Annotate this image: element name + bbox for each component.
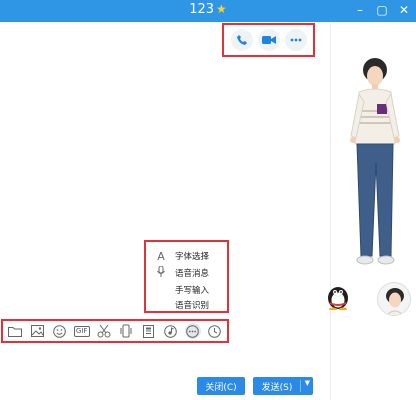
menu-item-voice-message[interactable]: 语音消息 (146, 265, 209, 281)
menu-item-label: 字体选择 (175, 252, 210, 262)
more-icon[interactable] (284, 29, 307, 51)
font-icon: A (157, 249, 165, 263)
menu-item-font[interactable]: A 字体选择 (146, 248, 209, 264)
emoji-icon[interactable] (51, 323, 67, 339)
send-button[interactable]: 发送(S) ▼ (253, 377, 313, 395)
close-button[interactable]: 关闭(C) (197, 377, 245, 395)
avatar[interactable] (377, 282, 411, 316)
minimize-icon[interactable]: – (354, 2, 366, 18)
microphone-icon (154, 265, 168, 280)
top-actions-group (222, 23, 315, 57)
send-button-divider (300, 380, 301, 392)
send-actions: 关闭(C) 发送(S) ▼ (197, 377, 313, 395)
phone-icon[interactable] (230, 29, 253, 51)
menu-item-label: 语音识别 (175, 301, 210, 311)
gif-label: GIF (73, 325, 90, 337)
gif-icon[interactable]: GIF (73, 323, 90, 339)
video-camera-icon[interactable] (257, 29, 280, 51)
side-panel (330, 22, 416, 400)
penguin-icon (328, 287, 348, 310)
music-icon[interactable] (163, 323, 179, 339)
shake-icon[interactable] (118, 323, 134, 339)
input-toolbar: GIF (1, 319, 229, 343)
star-icon: ★ (216, 2, 227, 16)
folder-icon[interactable] (7, 323, 23, 339)
chevron-down-icon[interactable]: ▼ (305, 379, 310, 387)
character-illustration (350, 58, 400, 265)
send-button-label: 发送(S) (261, 382, 293, 393)
menu-item-label: 手写输入 (175, 286, 210, 296)
clock-icon[interactable] (207, 323, 223, 339)
window-title: 123 (189, 2, 215, 17)
title-bar: 123 ★ – ▢ ✕ (0, 0, 416, 22)
more-options-menu: A 字体选择 语音消息 手写输入 语音识别 (144, 240, 229, 313)
window-controls: – ▢ ✕ (354, 2, 410, 18)
scissors-icon[interactable] (96, 323, 112, 339)
close-icon[interactable]: ✕ (398, 2, 410, 18)
more-icon[interactable] (184, 323, 201, 339)
chat-message-area[interactable] (0, 22, 330, 400)
document-icon[interactable] (140, 323, 156, 339)
maximize-icon[interactable]: ▢ (376, 2, 388, 18)
menu-item-label: 语音消息 (175, 269, 210, 279)
image-icon[interactable] (29, 323, 45, 339)
menu-item-voice-recognition[interactable]: 语音识别 (146, 297, 209, 313)
menu-item-handwriting[interactable]: 手写输入 (146, 282, 209, 298)
